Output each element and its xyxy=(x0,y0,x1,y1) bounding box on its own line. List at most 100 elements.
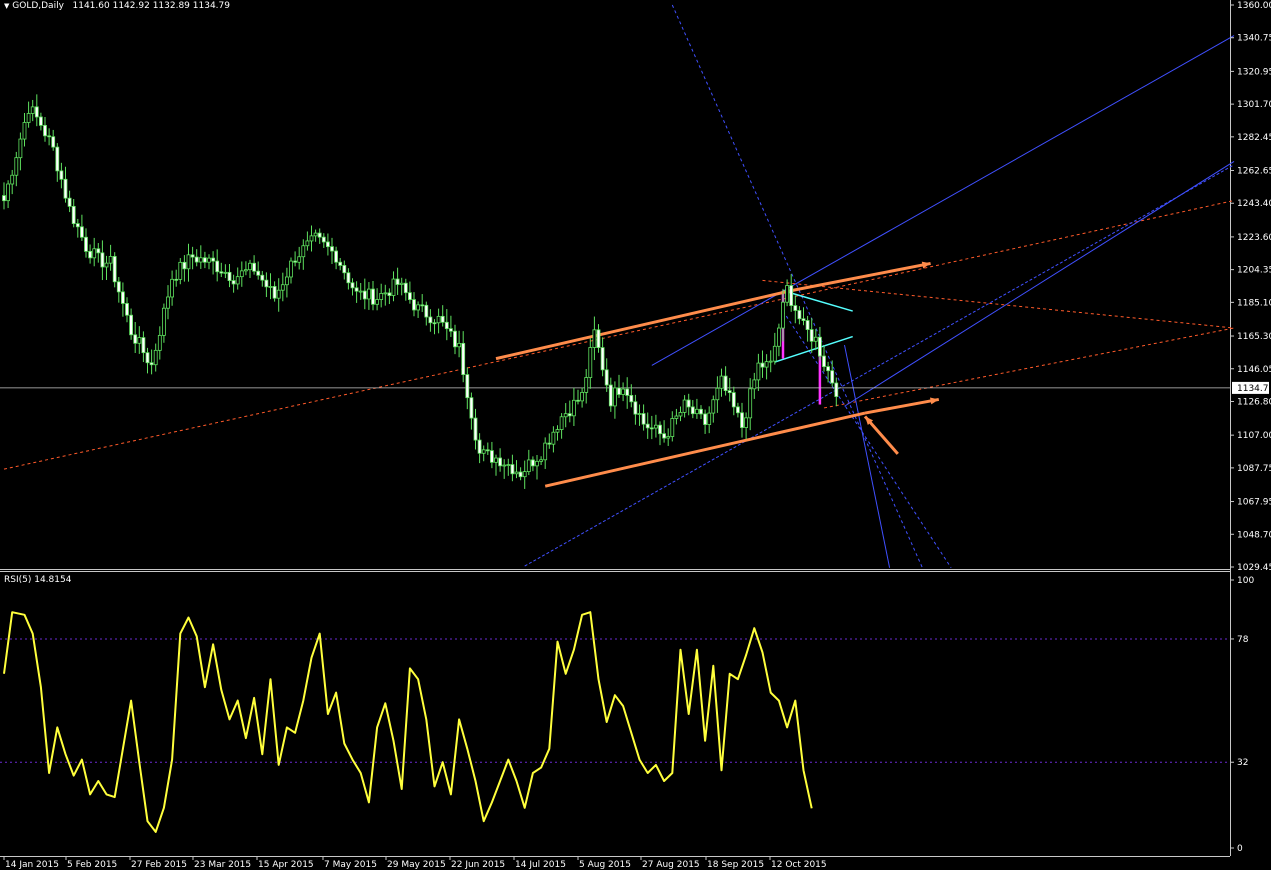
candle-body xyxy=(395,278,400,285)
candle-body xyxy=(280,284,285,291)
candle-body xyxy=(485,449,490,452)
candle-body xyxy=(182,261,187,270)
candle-body xyxy=(813,336,818,342)
blue-solid-upper xyxy=(651,35,1235,366)
candle-body xyxy=(6,183,10,202)
candle-body xyxy=(666,436,671,439)
candle-body xyxy=(39,116,43,126)
candle-body xyxy=(436,315,441,324)
candle-body xyxy=(461,342,466,375)
candle-body xyxy=(809,329,814,342)
candle-body xyxy=(588,347,593,378)
time-tick-label: 22 Jun 2015 xyxy=(451,860,505,870)
candle-body xyxy=(223,271,228,274)
candle-body xyxy=(596,329,601,348)
candle-body xyxy=(170,278,175,298)
time-tick-label: 29 May 2015 xyxy=(387,860,446,870)
candle-body xyxy=(330,246,334,252)
price-tick-label: 1126.80 xyxy=(1237,397,1271,407)
candle-body xyxy=(690,406,695,415)
price-tick-label: 1223.60 xyxy=(1237,233,1271,243)
candle-body xyxy=(699,408,703,415)
candle-body xyxy=(145,352,150,364)
candle-body xyxy=(375,299,380,305)
blue-solid-lower xyxy=(844,160,1235,407)
candle-body xyxy=(96,248,101,254)
candle-body xyxy=(621,388,625,395)
collapse-triangle-icon[interactable]: ▼ xyxy=(4,2,9,10)
time-tick-label: 14 Jan 2015 xyxy=(5,860,59,870)
candle-body xyxy=(629,395,634,403)
candle-series xyxy=(2,94,839,489)
candle-body xyxy=(157,334,162,351)
price-tick-label: 1087.75 xyxy=(1237,464,1271,474)
candle-body xyxy=(453,330,457,348)
candle-body xyxy=(129,314,134,336)
candle-body xyxy=(399,282,404,285)
candle-body xyxy=(161,307,166,336)
rsi-tick-label: 78 xyxy=(1237,635,1249,645)
candle-body xyxy=(334,250,339,263)
candle-body xyxy=(567,413,572,417)
price-tick-label: 1165.30 xyxy=(1237,332,1271,342)
candle-body xyxy=(412,299,416,311)
candle-body xyxy=(301,245,306,258)
candle-body xyxy=(473,417,478,441)
candle-body xyxy=(727,390,732,394)
candle-body xyxy=(559,416,564,430)
candle-body xyxy=(469,397,474,419)
current-price-tag-label: 1134.79 xyxy=(1237,384,1271,394)
price-tick-label: 1360.00 xyxy=(1237,1,1271,11)
candle-body xyxy=(112,256,117,283)
candle-body xyxy=(555,429,560,433)
candle-body xyxy=(202,257,207,263)
candle-body xyxy=(678,411,683,417)
ohlc-open: 1141.60 xyxy=(72,1,110,11)
candle-body xyxy=(133,334,138,344)
blue-dashed-lower xyxy=(524,164,1235,567)
candle-body xyxy=(420,304,425,307)
candle-body xyxy=(416,304,421,311)
ohlc-low: 1132.89 xyxy=(152,1,190,11)
candle-body xyxy=(243,269,248,272)
candle-body xyxy=(518,471,523,478)
candle-body xyxy=(576,399,580,402)
candle-body xyxy=(293,260,298,263)
candle-body xyxy=(440,315,445,323)
candle-body xyxy=(219,271,224,274)
candle-body xyxy=(350,282,355,289)
candle-body xyxy=(88,250,92,259)
rsi-tick-label: 100 xyxy=(1237,576,1254,586)
candle-body xyxy=(625,388,630,396)
candle-body xyxy=(297,256,302,263)
time-tick-label: 15 Apr 2015 xyxy=(258,860,314,870)
candle-body xyxy=(153,349,158,366)
candle-body xyxy=(325,241,330,248)
candle-body xyxy=(719,375,724,389)
candle-body xyxy=(822,355,826,368)
candle-body xyxy=(14,157,19,176)
candle-body xyxy=(547,442,552,445)
candle-body xyxy=(313,232,318,237)
candle-body xyxy=(227,271,232,281)
candle-body xyxy=(608,384,613,407)
candle-body xyxy=(772,345,777,362)
candle-body xyxy=(494,457,498,463)
candle-body xyxy=(366,288,371,300)
candle-body xyxy=(617,387,621,395)
price-tick-label: 1204.35 xyxy=(1237,266,1271,276)
candle-body xyxy=(2,195,6,202)
candle-body xyxy=(715,387,720,401)
candle-body xyxy=(256,270,261,276)
candle-body xyxy=(260,274,265,281)
candle-body xyxy=(289,260,293,278)
candle-body xyxy=(654,424,658,429)
candle-body xyxy=(235,276,240,285)
price-tick-label: 1029.45 xyxy=(1237,563,1271,573)
candle-body xyxy=(190,254,195,258)
candle-body xyxy=(215,260,220,273)
candle-body xyxy=(801,318,806,321)
candle-body xyxy=(826,366,830,372)
candle-body xyxy=(785,285,789,303)
candle-body xyxy=(346,272,351,284)
